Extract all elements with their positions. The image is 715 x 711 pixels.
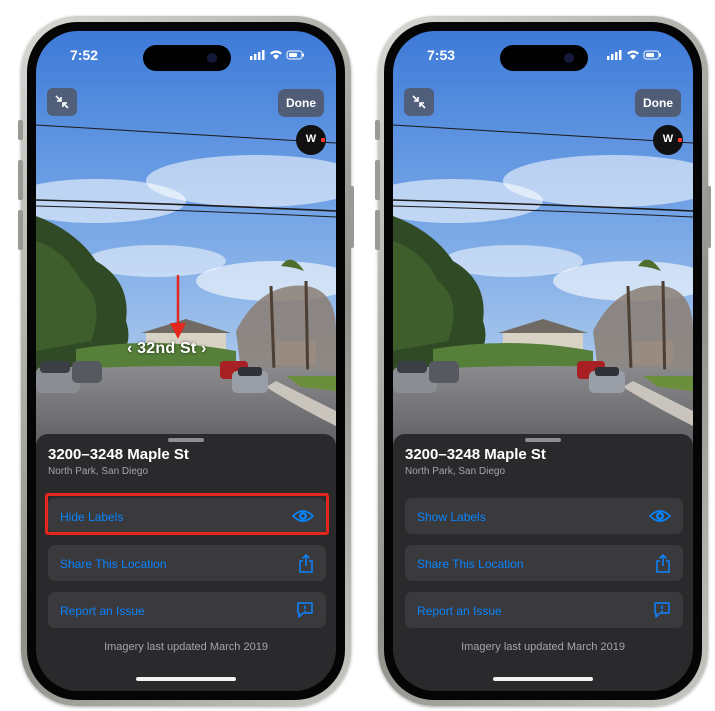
action-button (375, 120, 380, 140)
home-indicator[interactable] (136, 677, 236, 681)
share-icon (656, 554, 670, 573)
volume-up-button (18, 160, 23, 200)
address-locality: North Park, San Diego (405, 466, 506, 477)
imagery-updated-note: Imagery last updated March 2019 (461, 641, 625, 653)
status-time: 7:52 (70, 47, 99, 63)
compass-needle (678, 138, 682, 142)
screen: 7:53 Done W 3200–3248 Maple St North Par… (393, 31, 693, 691)
street-name-label[interactable]: ‹ 32nd St › (127, 340, 207, 358)
camera-icon (207, 53, 217, 63)
imagery-updated-note: Imagery last updated March 2019 (104, 641, 268, 653)
report-issue-button[interactable]: Report an Issue (405, 592, 683, 628)
share-location-button[interactable]: Share This Location (48, 545, 326, 581)
share-icon (299, 554, 313, 573)
minimize-icon (55, 95, 69, 109)
status-icons (607, 50, 661, 60)
row-label: Share This Location (417, 557, 524, 571)
location-sheet: 3200–3248 Maple St North Park, San Diego… (393, 434, 693, 691)
done-button[interactable]: Done (278, 89, 324, 117)
power-button (706, 186, 711, 248)
address-locality: North Park, San Diego (48, 466, 149, 477)
camera-icon (564, 53, 574, 63)
share-location-button[interactable]: Share This Location (405, 545, 683, 581)
home-indicator[interactable] (493, 677, 593, 681)
volume-up-button (375, 160, 380, 200)
action-button (18, 120, 23, 140)
screen: 7:52 Done W ‹ 32nd St › 3200–3248 Maple … (36, 31, 336, 691)
eye-icon (649, 510, 671, 522)
volume-down-button (375, 210, 380, 250)
phone-left: 7:52 Done W ‹ 32nd St › 3200–3248 Maple … (18, 16, 354, 706)
power-button (349, 186, 354, 248)
minimize-icon (412, 95, 426, 109)
compass-icon[interactable]: W (653, 125, 683, 155)
volume-down-button (18, 210, 23, 250)
compass-icon[interactable]: W (296, 125, 326, 155)
bezel: 7:52 Done W ‹ 32nd St › 3200–3248 Maple … (27, 22, 345, 700)
dynamic-island (500, 45, 588, 71)
done-button[interactable]: Done (635, 89, 681, 117)
address-title: 3200–3248 Maple St (405, 446, 546, 463)
compass-needle (321, 138, 325, 142)
sheet-grabber[interactable] (168, 438, 204, 442)
row-label: Report an Issue (417, 604, 502, 618)
phone-right: 7:53 Done W 3200–3248 Maple St North Par… (375, 16, 711, 706)
row-label: Report an Issue (60, 604, 145, 618)
status-bar: 7:53 (393, 43, 693, 71)
report-issue-icon (654, 602, 670, 618)
bezel: 7:53 Done W 3200–3248 Maple St North Par… (384, 22, 702, 700)
annotation-arrow (170, 275, 186, 339)
sheet-grabber[interactable] (525, 438, 561, 442)
location-sheet: 3200–3248 Maple St North Park, San Diego… (36, 434, 336, 691)
report-issue-icon (297, 602, 313, 618)
status-icons (250, 50, 304, 60)
minimize-button[interactable] (47, 88, 77, 116)
show-labels-button[interactable]: Show Labels (405, 498, 683, 534)
dynamic-island (143, 45, 231, 71)
minimize-button[interactable] (404, 88, 434, 116)
address-title: 3200–3248 Maple St (48, 446, 189, 463)
row-label: Show Labels (417, 510, 486, 524)
annotation-highlight-box (45, 493, 329, 535)
row-label: Share This Location (60, 557, 167, 571)
report-issue-button[interactable]: Report an Issue (48, 592, 326, 628)
status-time: 7:53 (427, 47, 456, 63)
status-bar: 7:52 (36, 43, 336, 71)
